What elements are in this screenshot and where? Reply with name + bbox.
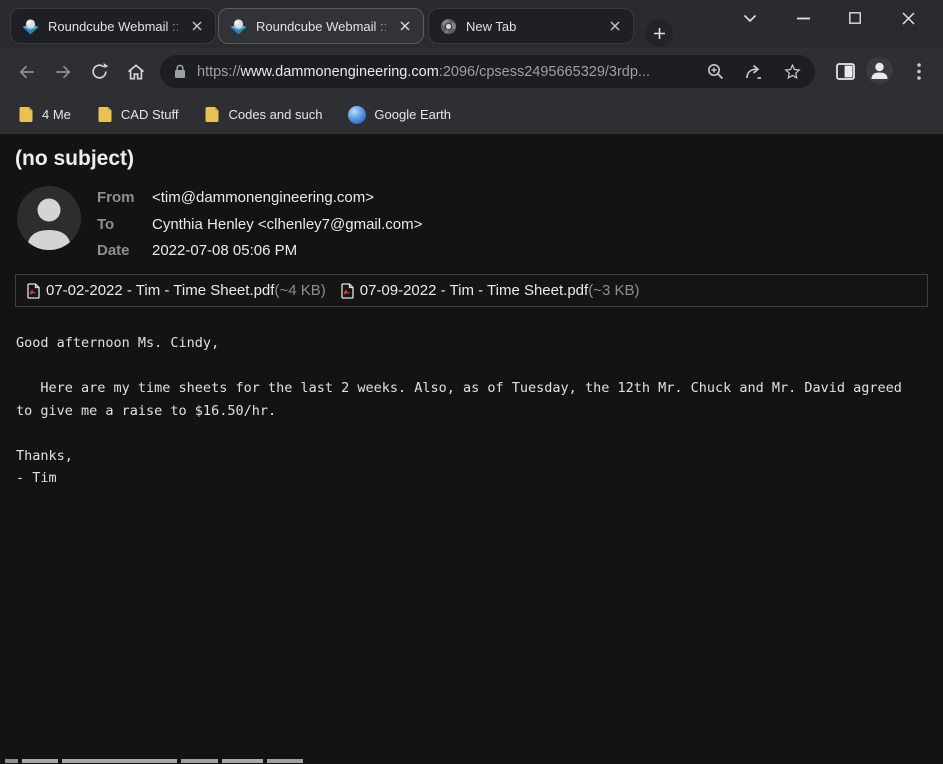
attachment-size: (~3 KB) [588,282,639,299]
tab-close-icon[interactable] [606,17,624,35]
folder-icon [18,106,34,123]
tab-search-chevron-icon[interactable] [738,6,762,30]
tab-roundcube-1[interactable]: Roundcube Webmail :: [10,8,216,44]
attachment-link[interactable]: 07-09-2022 - Tim - Time Sheet.pdf (~3 KB… [341,282,640,299]
new-tab-button[interactable] [645,19,673,47]
back-icon[interactable] [13,58,40,85]
roundcube-favicon-icon [22,18,39,35]
pdf-file-icon [27,283,40,299]
message-subject: (no subject) [15,147,134,171]
header-value-date: 2022-07-08 05:06 PM [152,241,422,262]
webmail-message-view: (no subject) From <tim@dammonengineering… [0,136,943,764]
pdf-file-icon [341,283,354,299]
bookmark-label: Google Earth [374,107,451,122]
tab-title: New Tab [466,19,606,34]
close-window-icon[interactable] [896,6,920,30]
folder-icon [97,106,113,123]
header-label-to: To [97,215,152,236]
lock-icon[interactable] [174,64,186,79]
browser-window: Roundcube Webmail :: Roundcube Webmail :… [0,0,943,764]
chromium-favicon-icon [440,18,457,35]
attachment-name: 07-02-2022 - Tim - Time Sheet.pdf [46,282,274,299]
bookmarks-bar: 4 Me CAD Stuff Codes and such Google Ear… [0,95,943,135]
bookmark-star-icon[interactable] [784,63,801,80]
taskbar-sliver [181,759,218,763]
bookmark-google-earth[interactable]: Google Earth [346,101,453,129]
taskbar-sliver [22,759,58,763]
taskbar-sliver [62,759,177,763]
header-label-from: From [97,188,152,209]
sender-avatar [17,186,81,250]
bookmark-label: 4 Me [42,107,71,122]
folder-icon [204,106,220,123]
taskbar-sliver [267,759,303,763]
bookmark-label: Codes and such [228,107,322,122]
window-controls [733,6,943,34]
bookmark-folder-4me[interactable]: 4 Me [16,101,73,129]
zoom-icon[interactable] [707,63,724,80]
tab-title: Roundcube Webmail :: [256,19,396,34]
share-icon[interactable] [745,64,763,80]
attachment-link[interactable]: 07-02-2022 - Tim - Time Sheet.pdf (~4 KB… [27,282,326,299]
attachment-name: 07-09-2022 - Tim - Time Sheet.pdf [360,282,588,299]
tab-title: Roundcube Webmail :: [48,19,188,34]
roundcube-favicon-icon [230,18,247,35]
tab-new-tab[interactable]: New Tab [428,8,634,44]
bookmark-folder-cad-stuff[interactable]: CAD Stuff [95,101,181,129]
header-value-from: <tim@dammonengineering.com> [152,188,422,209]
reload-icon[interactable] [86,58,113,85]
header-label-date: Date [97,241,152,262]
message-body: Good afternoon Ms. Cindy, Here are my ti… [16,332,902,490]
profile-avatar-icon[interactable] [866,57,893,84]
tab-strip: Roundcube Webmail :: Roundcube Webmail :… [0,0,943,48]
person-icon [17,192,81,250]
attachments-bar: 07-02-2022 - Tim - Time Sheet.pdf (~4 KB… [15,274,928,307]
taskbar-sliver [5,759,18,763]
url-text: https://www.dammonengineering.com:2096/c… [197,64,697,80]
forward-icon[interactable] [49,58,76,85]
side-panel-icon[interactable] [832,58,859,85]
address-bar[interactable]: https://www.dammonengineering.com:2096/c… [160,55,815,88]
attachment-size: (~4 KB) [274,282,325,299]
tab-close-icon[interactable] [188,17,206,35]
header-value-to: Cynthia Henley <clhenley7@gmail.com> [152,215,422,236]
maximize-icon[interactable] [843,6,867,30]
minimize-icon[interactable] [791,6,815,30]
home-icon[interactable] [122,58,149,85]
tab-close-icon[interactable] [396,17,414,35]
bookmark-folder-codes-and-such[interactable]: Codes and such [202,101,324,129]
menu-dots-icon[interactable] [905,58,932,85]
taskbar-sliver [222,759,263,763]
tab-roundcube-2[interactable]: Roundcube Webmail :: [218,8,424,44]
browser-toolbar: https://www.dammonengineering.com:2096/c… [0,48,943,95]
bookmark-label: CAD Stuff [121,107,179,122]
globe-icon [348,106,366,124]
message-headers: From <tim@dammonengineering.com> To Cynt… [97,188,422,262]
